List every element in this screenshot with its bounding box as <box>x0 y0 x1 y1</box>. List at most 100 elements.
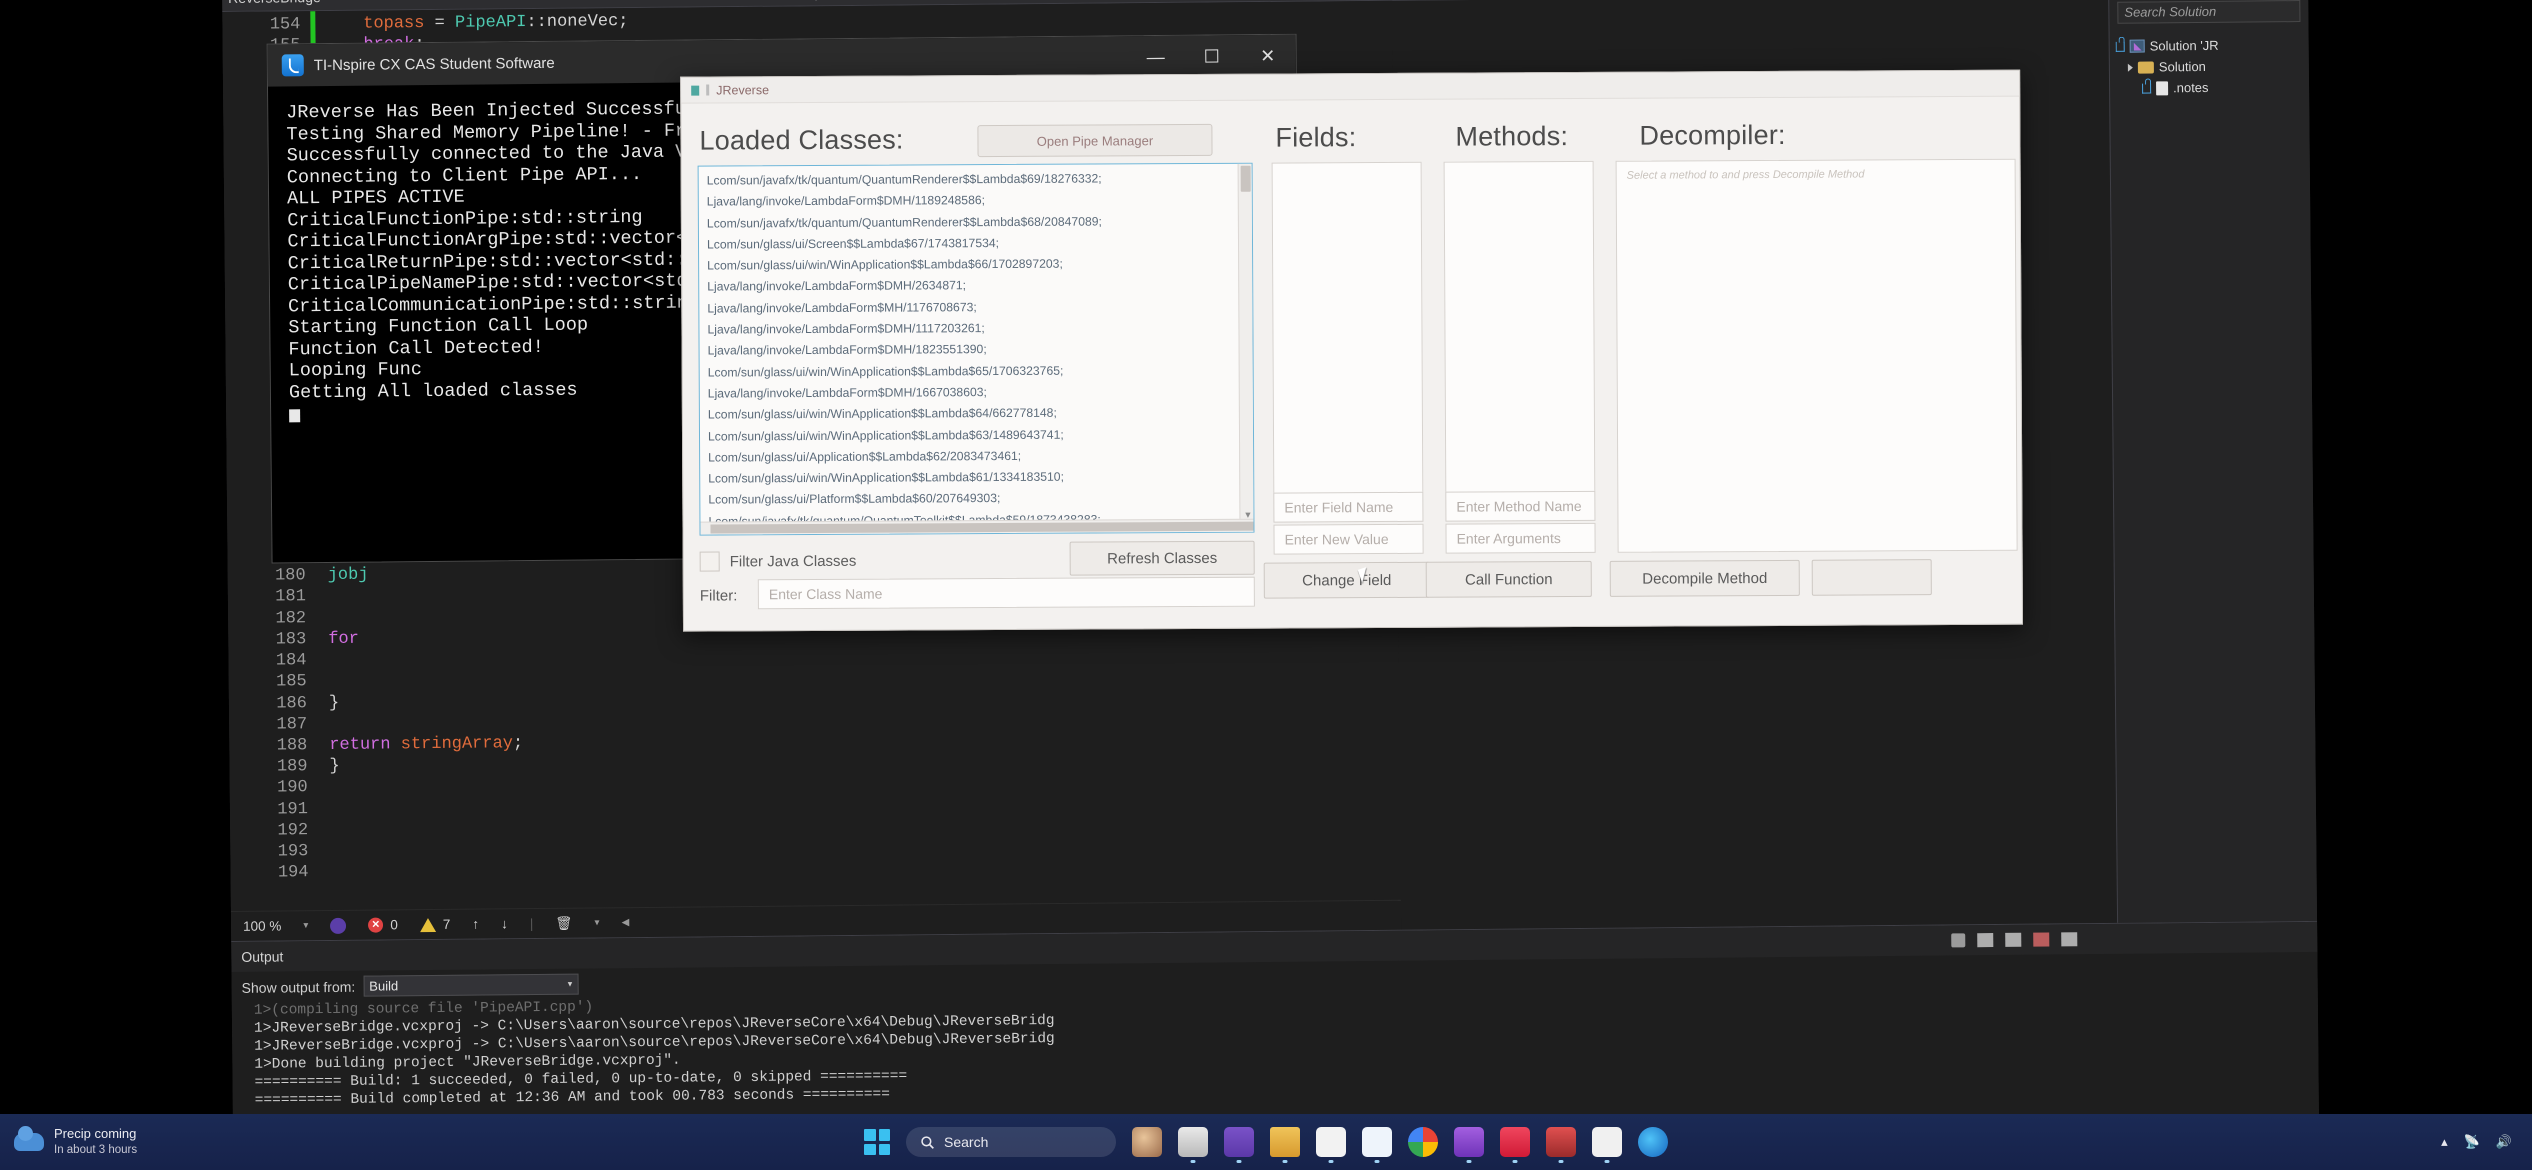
file-explorer-window-icon[interactable] <box>1178 1127 1208 1157</box>
line-number: 191 <box>277 799 309 820</box>
extra-action-button[interactable] <box>1811 559 1932 596</box>
class-list-item[interactable]: Lcom/sun/glass/ui/win/WinApplication$$La… <box>707 253 1252 277</box>
jreverse-window[interactable]: JReverse Loaded Classes: Open Pipe Manag… <box>680 69 2024 632</box>
class-list-item[interactable]: Ljava/lang/invoke/LambdaForm$DMH/1667038… <box>708 381 1253 405</box>
filter-java-classes-checkbox[interactable] <box>699 551 720 572</box>
jreverse-app-icon <box>691 85 700 96</box>
class-list-item[interactable]: Lcom/sun/glass/ui/win/WinApplication$$La… <box>708 423 1253 447</box>
decompile-method-button[interactable]: Decompile Method <box>1609 559 1800 597</box>
solution-explorer-panel: Search Solution Solution 'JR Solution .n… <box>2108 0 2318 923</box>
solution-tree-item-solution[interactable]: Solution 'JR <box>2115 34 2303 57</box>
vertical-scrollbar[interactable]: ▲ ▼ <box>1237 163 1254 532</box>
nvidia-icon[interactable] <box>1454 1127 1484 1157</box>
class-list-item[interactable]: Lcom/sun/glass/ui/win/WinApplication$$La… <box>708 359 1253 383</box>
search-input[interactable]: Search <box>906 1127 1116 1157</box>
weather-widget[interactable]: Precip coming In about 3 hours <box>0 1114 137 1170</box>
fields-listbox[interactable] <box>1271 161 1424 523</box>
intellisense-icon[interactable] <box>330 917 347 934</box>
output-panel-title: Output <box>241 948 284 965</box>
visual-studio-icon[interactable] <box>1224 1127 1254 1157</box>
wrap-text-icon[interactable] <box>2005 932 2022 947</box>
cancel-icon[interactable] <box>2033 932 2050 947</box>
methods-heading: Methods: <box>1455 121 1569 152</box>
scrollbar-thumb[interactable] <box>1240 165 1251 192</box>
chevron-down-icon[interactable]: ▾ <box>303 920 308 931</box>
broom-icon[interactable]: 🗑 <box>555 915 572 931</box>
output-source-select[interactable]: Build ▾ <box>363 973 579 997</box>
vs-file-tab[interactable]: ReverseBridge <box>222 0 782 5</box>
monitor-screen: ReverseBridge ▾ (Global Scope) ▾ Java_co… <box>222 0 2320 1170</box>
class-list-item[interactable]: Ljava/lang/invoke/LambdaForm$DMH/1189248… <box>707 189 1252 213</box>
class-list-item[interactable]: Lcom/sun/glass/ui/Screen$$Lambda$67/1743… <box>707 232 1252 256</box>
photos-icon[interactable] <box>1362 1127 1392 1157</box>
minimize-button[interactable]: — <box>1128 36 1184 79</box>
class-list-item[interactable]: Lcom/sun/glass/ui/Application$$Lambda$62… <box>708 445 1253 469</box>
edge-icon[interactable] <box>1638 1127 1668 1157</box>
methods-listbox[interactable] <box>1443 160 1596 522</box>
chevron-down-icon[interactable]: ▾ <box>594 917 599 928</box>
people-icon[interactable] <box>1132 1127 1162 1157</box>
chevron-down-icon: ▾ <box>567 978 573 989</box>
search-placeholder: Search <box>944 1134 989 1150</box>
store-icon[interactable] <box>1316 1127 1346 1157</box>
title-bar-divider <box>706 84 710 96</box>
output-source-value: Build <box>369 978 399 994</box>
class-list-item[interactable]: Ljava/lang/invoke/LambdaForm$DMH/1823551… <box>708 338 1253 362</box>
error-count: 0 <box>390 917 398 933</box>
maximize-button[interactable]: ☐ <box>1184 35 1240 78</box>
line-number: 193 <box>277 842 309 862</box>
solution-icon <box>2129 39 2145 53</box>
collapse-left-icon[interactable]: ◀ <box>622 917 630 928</box>
weather-subtitle: In about 3 hours <box>54 1144 138 1156</box>
tray-expand-icon[interactable]: ▴ <box>2441 1134 2448 1150</box>
volume-icon[interactable]: 🔊 <box>2496 1134 2512 1150</box>
intellij-icon[interactable] <box>1546 1127 1576 1157</box>
class-list-item[interactable]: Lcom/sun/javafx/tk/quantum/QuantumRender… <box>707 168 1252 192</box>
open-pipe-manager-button[interactable]: Open Pipe Manager <box>977 123 1213 158</box>
music-icon[interactable] <box>1500 1127 1530 1157</box>
class-list-item[interactable]: Lcom/sun/javafx/tk/quantum/QuantumRender… <box>707 210 1252 234</box>
class-list-item[interactable]: Lcom/sun/glass/ui/win/WinApplication$$La… <box>708 466 1253 490</box>
filter-class-name-input[interactable]: Enter Class Name <box>757 576 1255 610</box>
solution-search-input[interactable]: Search Solution <box>2117 0 2301 24</box>
close-button[interactable]: ✕ <box>1240 35 1296 78</box>
build-output-log: 1>(compiling source file 'PipeAPI.cpp') 1… <box>232 980 2319 1110</box>
line-number: 154 <box>269 15 301 35</box>
refresh-classes-button[interactable]: Refresh Classes <box>1069 540 1255 576</box>
cloud-icon <box>14 1126 44 1151</box>
line-number: 187 <box>276 714 308 735</box>
call-function-button[interactable]: Call Function <box>1425 560 1592 598</box>
find-icon[interactable] <box>1951 933 1966 948</box>
new-value-input[interactable]: Enter New Value <box>1273 523 1424 555</box>
field-name-input[interactable]: Enter Field Name <box>1273 491 1424 523</box>
zoom-level[interactable]: 100 % <box>243 918 281 933</box>
chrome-icon[interactable] <box>1408 1127 1438 1157</box>
start-icon[interactable] <box>864 1129 890 1155</box>
expand-triangle-icon[interactable] <box>2127 63 2133 72</box>
class-list-item[interactable]: Lcom/sun/glass/ui/win/WinApplication$$La… <box>708 402 1253 426</box>
notepad-icon[interactable] <box>1592 1127 1622 1157</box>
method-name-input[interactable]: Enter Method Name <box>1445 490 1596 522</box>
class-list-items[interactable]: Lcom/sun/javafx/tk/quantum/QuantumRender… <box>699 164 1255 535</box>
scrollbar-thumb-horizontal[interactable] <box>710 521 1255 534</box>
line-number: 181 <box>275 587 306 608</box>
class-list-item[interactable]: Ljava/lang/invoke/LambdaForm$DMH/2634871… <box>707 274 1252 298</box>
nav-up-arrow-icon[interactable]: ↑ <box>472 917 479 932</box>
solution-tree-item-notes[interactable]: .notes <box>2116 76 2303 99</box>
clear-output-icon[interactable] <box>1977 933 1994 948</box>
nav-down-arrow-icon[interactable]: ↓ <box>501 916 508 931</box>
change-field-button[interactable]: Change Field <box>1263 561 1430 599</box>
decompiler-output-box[interactable]: Select a method to and press Decompile M… <box>1615 158 2018 553</box>
class-list-item[interactable]: Ljava/lang/invoke/LambdaForm$MH/11767086… <box>707 295 1252 319</box>
loaded-classes-listbox[interactable]: Lcom/sun/javafx/tk/quantum/QuantumRender… <box>697 162 1255 536</box>
arguments-input[interactable]: Enter Arguments <box>1445 522 1596 554</box>
solution-tree-item-folder[interactable]: Solution <box>2116 55 2303 78</box>
class-list-item[interactable]: Lcom/sun/glass/ui/Platform$$Lambda$60/20… <box>708 487 1253 511</box>
lock-icon <box>2142 82 2152 94</box>
class-list-item[interactable]: Ljava/lang/invoke/LambdaForm$DMH/1117203… <box>707 317 1252 341</box>
line-number: 183 <box>275 630 307 650</box>
refresh-icon[interactable] <box>2061 932 2078 947</box>
folder-icon[interactable] <box>1270 1127 1300 1157</box>
filter-java-classes-label: Filter Java Classes <box>729 552 857 571</box>
network-icon[interactable]: 📡 <box>2464 1134 2480 1150</box>
